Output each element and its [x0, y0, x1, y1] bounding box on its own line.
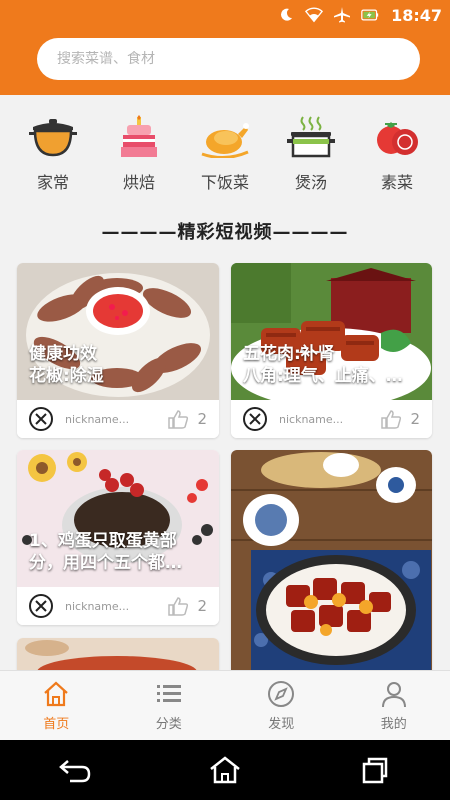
avatar[interactable] [29, 407, 53, 431]
roast-chicken-icon [197, 115, 253, 161]
category-rice-dishes[interactable]: 下饭菜 [188, 115, 263, 195]
utensils-icon [249, 413, 261, 425]
tomato-icon [369, 115, 425, 161]
tab-discover[interactable]: 发现 [241, 679, 321, 732]
card-footer: nickname... 2 [17, 587, 219, 625]
like-button[interactable]: 2 [167, 596, 207, 616]
video-card[interactable]: 五花肉:补肾 八角:理气、止痛、… nickname... 2 [231, 263, 432, 438]
card-caption: 健康功效 花椒:除湿 [29, 344, 104, 386]
dish-image [17, 638, 219, 670]
clock: 18:47 [391, 5, 442, 25]
list-icon [154, 679, 184, 709]
house-icon [210, 756, 240, 784]
category-label: 素菜 [380, 173, 413, 192]
card-footer: nickname... 2 [17, 400, 219, 438]
compass-icon [266, 679, 296, 709]
category-soup[interactable]: 煲汤 [274, 115, 349, 195]
thumbs-up-icon [381, 410, 402, 429]
avatar[interactable] [243, 407, 267, 431]
status-bar: 18:47 [0, 0, 450, 30]
video-card[interactable]: 健康功效 花椒:除湿 nickname... 2 [17, 263, 219, 438]
section-title: ————精彩短视频———— [101, 222, 349, 243]
airplane-icon [333, 6, 351, 24]
like-count: 2 [197, 597, 207, 615]
tab-home[interactable]: 首页 [16, 679, 96, 732]
utensils-icon [35, 600, 47, 612]
nickname: nickname... [65, 599, 130, 613]
user-icon [379, 679, 409, 709]
card-caption: 1、鸡蛋只取蛋黄部 分，用四个五个都… [29, 531, 182, 573]
nickname: nickname... [65, 412, 130, 426]
wifi-icon [305, 6, 324, 24]
battery-charging-icon [361, 6, 379, 24]
home-button[interactable] [195, 750, 255, 790]
avatar[interactable] [29, 594, 53, 618]
cake-icon [111, 115, 167, 161]
nickname: nickname... [279, 412, 344, 426]
video-card[interactable] [17, 638, 219, 670]
thumbs-up-icon [168, 597, 189, 616]
system-nav-bar [0, 740, 450, 800]
recents-button[interactable] [345, 750, 405, 790]
soup-pot-icon [283, 115, 339, 161]
back-icon [59, 760, 91, 783]
like-button[interactable]: 2 [380, 409, 420, 429]
thumbs-up-icon [168, 410, 189, 429]
category-row: 家常 烘焙 下饭菜 煲汤 素菜 [0, 115, 450, 195]
like-count: 2 [410, 410, 420, 428]
tab-label: 首页 [43, 717, 70, 732]
like-button[interactable]: 2 [167, 409, 207, 429]
moon-icon [277, 6, 295, 24]
category-label: 下饭菜 [200, 173, 249, 192]
pot-icon [25, 115, 81, 161]
tab-label: 我的 [380, 717, 407, 732]
recents-icon [362, 757, 388, 784]
tab-me[interactable]: 我的 [354, 679, 434, 732]
back-button[interactable] [45, 750, 105, 790]
tab-categories[interactable]: 分类 [129, 679, 209, 732]
home-icon [41, 679, 71, 709]
search-input[interactable] [57, 51, 420, 67]
category-label: 烘焙 [122, 173, 155, 192]
card-footer: nickname... 2 [231, 400, 432, 438]
category-home-cooking[interactable]: 家常 [16, 115, 91, 195]
utensils-icon [35, 413, 47, 425]
dish-image [231, 450, 432, 670]
category-vegetarian[interactable]: 素菜 [360, 115, 435, 195]
category-label: 煲汤 [294, 173, 327, 192]
like-count: 2 [197, 410, 207, 428]
video-card[interactable] [231, 450, 432, 670]
tab-label: 发现 [268, 717, 295, 732]
header: 18:47 [0, 0, 450, 95]
category-label: 家常 [36, 173, 69, 192]
video-card[interactable]: 1、鸡蛋只取蛋黄部 分，用四个五个都… nickname... 2 [17, 450, 219, 625]
category-baking[interactable]: 烘焙 [102, 115, 177, 195]
tab-label: 分类 [155, 717, 182, 732]
card-caption: 五花肉:补肾 八角:理气、止痛、… [243, 344, 403, 386]
search-bar[interactable] [37, 38, 420, 80]
bottom-tab-bar: 首页 分类 发现 我的 [0, 670, 450, 740]
